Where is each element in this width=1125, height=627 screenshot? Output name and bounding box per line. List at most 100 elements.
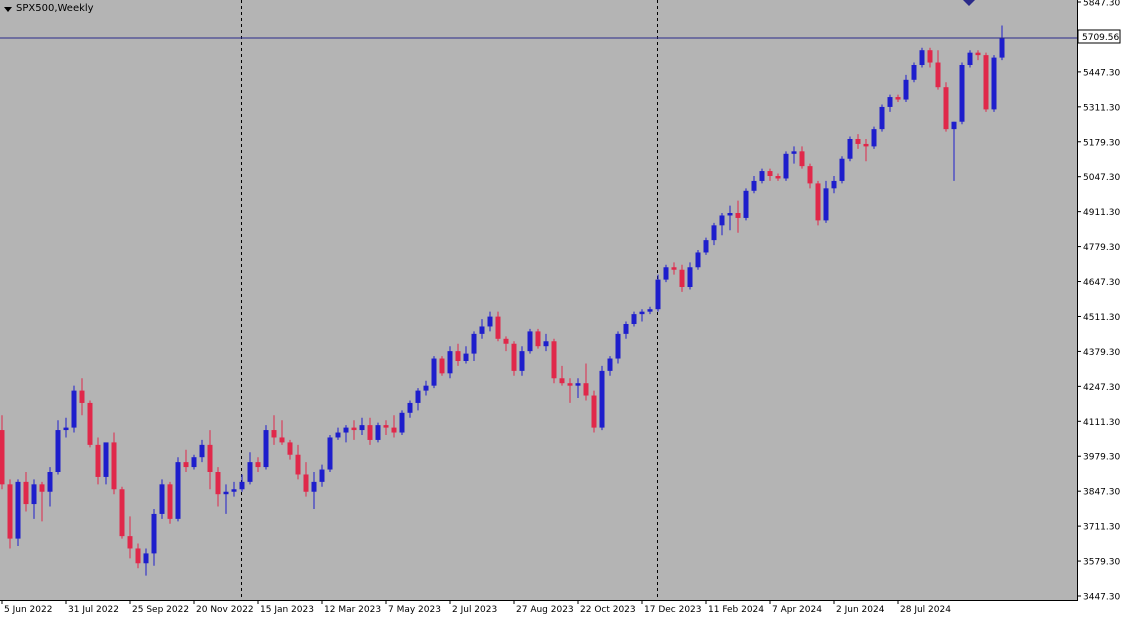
candle[interactable]: [439, 356, 445, 376]
candle[interactable]: [327, 435, 333, 473]
candle-body: [567, 383, 573, 386]
candle-body: [687, 267, 693, 288]
candle[interactable]: [743, 188, 749, 221]
candle-body: [975, 52, 981, 56]
candle[interactable]: [943, 82, 949, 132]
candle[interactable]: [655, 274, 661, 312]
symbol-menu-triangle-icon[interactable]: [4, 7, 12, 12]
candle-body: [559, 378, 565, 384]
candle[interactable]: [783, 151, 789, 181]
candle-body: [543, 341, 549, 347]
candle[interactable]: [431, 356, 437, 389]
candle[interactable]: [911, 62, 917, 83]
candle[interactable]: [983, 52, 989, 112]
candle-body: [815, 183, 821, 221]
candle[interactable]: [71, 385, 77, 433]
candle[interactable]: [159, 479, 165, 519]
candle[interactable]: [15, 479, 21, 547]
candle-body: [135, 548, 141, 564]
price-tick-label: 4779.30: [1083, 243, 1120, 253]
candle[interactable]: [879, 104, 885, 132]
candle-body: [295, 454, 301, 475]
candle[interactable]: [511, 341, 517, 376]
candle[interactable]: [175, 457, 181, 522]
time-tick-label: 2 Jul 2023: [452, 605, 497, 615]
candle[interactable]: [87, 400, 93, 448]
time-tick-label: 7 Apr 2024: [772, 605, 822, 615]
candle[interactable]: [967, 50, 973, 68]
candle[interactable]: [847, 136, 853, 162]
candle[interactable]: [959, 62, 965, 125]
current-price-tag-label: 5709.56: [1082, 33, 1119, 43]
candle[interactable]: [871, 126, 877, 149]
candle-body: [959, 65, 965, 122]
price-tick-label: 5447.30: [1083, 68, 1120, 78]
candle[interactable]: [991, 55, 997, 112]
candle[interactable]: [167, 481, 173, 524]
candle-body: [743, 190, 749, 218]
candle[interactable]: [919, 47, 925, 68]
candle[interactable]: [695, 250, 701, 270]
price-tick-label: 4647.30: [1083, 278, 1120, 288]
time-tick-label: 2 Jun 2024: [836, 605, 885, 615]
candle-body: [247, 462, 253, 482]
candle-body: [463, 353, 469, 362]
candle-body: [647, 309, 653, 312]
candle-body: [223, 491, 229, 495]
candle[interactable]: [591, 390, 597, 433]
candle-body: [159, 484, 165, 514]
candle-body: [303, 474, 309, 492]
candle-body: [287, 442, 293, 455]
candle[interactable]: [263, 425, 269, 470]
candle-body: [447, 351, 453, 374]
candle-body: [175, 462, 181, 519]
candle[interactable]: [527, 328, 533, 354]
candle[interactable]: [815, 180, 821, 226]
candle[interactable]: [375, 422, 381, 443]
price-tick-label: 5179.30: [1083, 138, 1120, 148]
candle-body: [119, 489, 125, 537]
candle-body: [263, 430, 269, 468]
candle-body: [791, 151, 797, 154]
candle-body: [887, 97, 893, 107]
candle-body: [511, 343, 517, 371]
candle-body: [271, 430, 277, 438]
candle-body: [239, 481, 245, 490]
candle-body: [79, 390, 85, 403]
chart-window[interactable]: 5847.305579.305447.305311.305179.305047.…: [0, 0, 1125, 623]
candle-body: [655, 279, 661, 310]
candle-body: [919, 50, 925, 66]
candle[interactable]: [663, 264, 669, 283]
candle-body: [991, 57, 997, 110]
candle-body: [879, 106, 885, 130]
candle-body: [679, 269, 685, 288]
candle-body: [927, 50, 933, 63]
candle-body: [63, 427, 69, 431]
price-tick-label: 5311.30: [1083, 103, 1120, 113]
candle-body: [167, 484, 173, 519]
candle[interactable]: [535, 328, 541, 349]
candle[interactable]: [7, 479, 13, 549]
candle-body: [359, 425, 365, 431]
candle[interactable]: [839, 156, 845, 184]
candle-body: [479, 326, 485, 334]
candle-body: [0, 430, 5, 485]
candle-body: [903, 79, 909, 100]
candle-body: [871, 129, 877, 147]
price-tick-label: 4511.30: [1083, 313, 1120, 323]
price-tick-label: 3579.30: [1083, 558, 1120, 568]
candle-body: [759, 171, 765, 181]
candlestick-chart[interactable]: 5847.305579.305447.305311.305179.305047.…: [0, 0, 1125, 623]
candle-body: [279, 437, 285, 443]
candle[interactable]: [399, 410, 405, 436]
candle-body: [87, 402, 93, 445]
candle-body: [207, 444, 213, 473]
candle-body: [103, 442, 109, 477]
candle-body: [527, 331, 533, 352]
candle[interactable]: [551, 338, 557, 384]
candle[interactable]: [703, 237, 709, 255]
candle[interactable]: [599, 365, 605, 431]
candle[interactable]: [119, 486, 125, 539]
candle-body: [983, 55, 989, 110]
price-tick-label: 5847.30: [1083, 0, 1120, 9]
